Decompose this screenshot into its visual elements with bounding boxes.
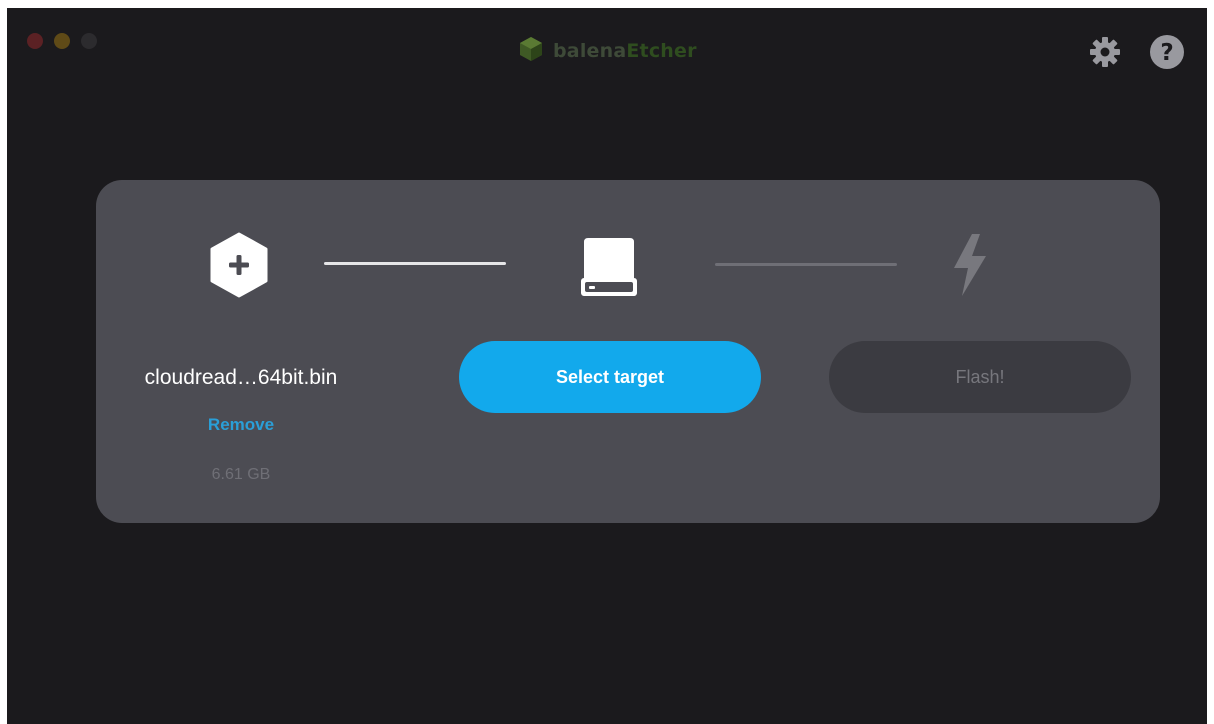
image-size: 6.61 GB [211, 466, 271, 483]
app-title: balenaEtcher [553, 40, 697, 62]
app-window: balenaEtcher ? cloudread…64bit.bin Remov… [7, 8, 1207, 724]
gear-icon[interactable] [1087, 34, 1123, 70]
hexagon-plus-icon[interactable] [208, 232, 270, 302]
minimize-window-button[interactable] [54, 33, 70, 49]
flash-steps-panel: cloudread…64bit.bin Remove 6.61 GB Selec… [96, 180, 1160, 523]
svg-text:?: ? [1160, 40, 1173, 66]
select-target-button[interactable]: Select target [459, 341, 761, 413]
image-filename: cloudread…64bit.bin [144, 366, 338, 389]
brand-part-2: Etcher [626, 40, 697, 62]
lightning-icon [948, 232, 992, 302]
maximize-window-button[interactable] [81, 33, 97, 49]
window-controls [27, 33, 97, 49]
header-actions: ? [1087, 34, 1185, 70]
brand-part-1: balena [553, 40, 627, 62]
app-brand: balenaEtcher [517, 35, 697, 67]
remove-image-link[interactable]: Remove [126, 415, 356, 435]
close-window-button[interactable] [27, 33, 43, 49]
step-connector-2 [715, 263, 897, 266]
flash-button[interactable]: Flash! [829, 341, 1131, 413]
question-icon[interactable]: ? [1149, 34, 1185, 70]
cube-icon [517, 35, 545, 67]
step-connector-1 [324, 262, 506, 265]
drive-icon [576, 232, 642, 302]
